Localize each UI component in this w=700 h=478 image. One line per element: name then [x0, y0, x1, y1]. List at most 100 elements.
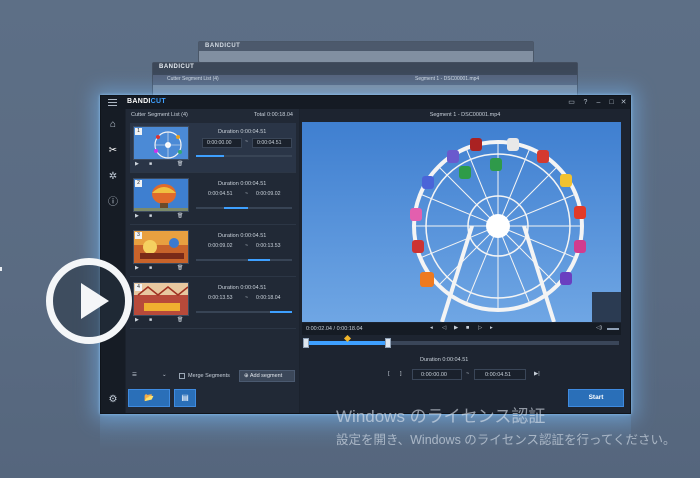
stop-icon[interactable]: ■ — [149, 161, 152, 167]
end-handle[interactable] — [385, 338, 391, 348]
range-separator: ~ — [245, 191, 249, 197]
segment-thumb-controls: ▶ ■ 🗑 — [133, 213, 189, 220]
segment-progress-fill — [248, 259, 270, 261]
segment-end-field[interactable]: 0:00:13.53 — [256, 243, 281, 249]
segment-thumbnail: 2 — [133, 178, 189, 212]
preview-title: Segment 1 - DSC00001.mp4 — [429, 112, 501, 118]
set-start-icon[interactable]: [ — [388, 371, 390, 377]
segment-start-field[interactable]: 0:00:00.00 — [202, 138, 242, 148]
segment-progress-bar — [196, 155, 292, 157]
film-icon[interactable]: ▤ — [174, 389, 196, 407]
segment-thumbnail: 4 — [133, 282, 189, 316]
maximize-icon[interactable]: □ — [607, 98, 616, 107]
stop-icon[interactable]: ■ — [149, 213, 152, 219]
hamburger-menu-icon[interactable] — [108, 99, 117, 106]
segment-time-range: 0:00:04.51 ~ 0:00:09.02 — [202, 190, 294, 200]
segment-start-field[interactable]: 0:00:09.02 — [208, 243, 233, 249]
segment-start-field[interactable]: 0:00:13.53 — [208, 295, 233, 301]
next-frame-icon[interactable]: ▷ — [478, 325, 482, 331]
title-bar: BANDICUT ▭ ? – □ ✕ — [101, 96, 630, 109]
segment-duration: Duration 0:00:04.51 — [218, 181, 267, 187]
merge-segments-checkbox[interactable] — [179, 373, 185, 379]
delete-icon[interactable]: 🗑 — [177, 317, 183, 323]
range-separator: ~ — [245, 243, 249, 249]
background-window-middle: BANDICUT Cutter Segment List (4) Segment… — [152, 62, 578, 98]
stop-icon[interactable]: ■ — [149, 265, 152, 271]
volume-slider[interactable] — [607, 328, 619, 330]
activation-watermark-text: 設定を開き、Windows のライセンス認証を行ってください。 — [336, 433, 676, 447]
segment-item[interactable]: 1 ▶ ■ 🗑 Duration 0:00:04.51 0:00:00.00 ~… — [130, 123, 296, 173]
preview-pane: Segment 1 - DSC00001.mp4 0:00:02.04 / 0:… — [300, 109, 630, 413]
video-preview[interactable] — [302, 122, 621, 322]
background-window-logo: BANDICUT — [159, 64, 195, 70]
segment-thumb-controls: ▶ ■ 🗑 — [133, 317, 189, 324]
play-icon[interactable]: ▶ — [135, 161, 139, 167]
play-icon[interactable]: ▶ — [135, 265, 139, 271]
home-icon[interactable]: ⌂ — [107, 119, 119, 131]
segment-number: 2 — [135, 180, 142, 187]
segment-thumb-controls: ▶ ■ 🗑 — [133, 265, 189, 272]
folder-icon[interactable]: ▭ — [567, 98, 576, 107]
range-separator: ~ — [466, 371, 470, 377]
range-separator: ~ — [245, 295, 249, 301]
info-icon[interactable]: ⓘ — [107, 197, 119, 209]
stop-icon[interactable]: ■ — [149, 317, 152, 323]
preview-end-field[interactable]: 0:00:04.51 — [474, 369, 526, 380]
start-handle[interactable] — [303, 338, 309, 348]
segment-item[interactable]: 3 ▶ ■ 🗑 Duration 0:00:04.51 0:00:09.02 ~… — [130, 227, 296, 277]
timeline-slider[interactable] — [303, 334, 619, 348]
segment-progress-fill — [270, 311, 292, 313]
close-icon[interactable]: ✕ — [619, 98, 628, 107]
delete-icon[interactable]: 🗑 — [177, 213, 183, 219]
segment-end-field[interactable]: 0:00:18.04 — [256, 295, 281, 301]
list-view-icon[interactable]: ☰ — [132, 372, 137, 378]
segment-thumbnail: 3 — [133, 230, 189, 264]
range-separator: ~ — [245, 139, 249, 145]
volume-icon[interactable]: ◁) — [596, 325, 602, 331]
segment-start-field[interactable]: 0:00:04.51 — [208, 191, 233, 197]
segment-list-header: Cutter Segment List (4) Total 0:00:18.04 — [126, 109, 299, 121]
segment-end-field[interactable]: 0:00:04.51 — [252, 138, 292, 148]
segment-end-field[interactable]: 0:00:09.02 — [256, 191, 281, 197]
segment-item[interactable]: 4 ▶ ■ 🗑 Duration 0:00:04.51 0:00:13.53 ~… — [130, 279, 296, 329]
chevron-down-icon[interactable]: ⌄ — [162, 372, 167, 378]
segment-list-panel: Cutter Segment List (4) Total 0:00:18.04… — [126, 109, 299, 413]
stop-icon[interactable]: ■ — [466, 325, 469, 331]
segment-number: 4 — [135, 284, 142, 291]
settings-icon[interactable]: ⚙ — [107, 394, 119, 406]
next-marker-icon[interactable]: ▶| — [534, 371, 540, 377]
help-icon[interactable]: ? — [581, 98, 590, 107]
segment-duration: Duration 0:00:04.51 — [218, 233, 267, 239]
segment-item[interactable]: 2 ▶ ■ 🗑 Duration 0:00:04.51 0:00:04.51 ~… — [130, 175, 296, 225]
mark-out-icon[interactable]: ▸ — [490, 325, 493, 331]
add-segment-button[interactable]: ⊕ Add segment — [239, 370, 295, 382]
delete-icon[interactable]: 🗑 — [177, 265, 183, 271]
play-icon[interactable]: ▶ — [454, 325, 458, 331]
joiner-icon[interactable]: ✲ — [107, 171, 119, 183]
delete-icon[interactable]: 🗑 — [177, 161, 183, 167]
video-play-overlay-icon[interactable] — [46, 258, 132, 344]
play-icon[interactable]: ▶ — [135, 317, 139, 323]
bandicut-window: BANDICUT ▭ ? – □ ✕ ⌂ ✂ ✲ ⓘ ⚙ Cutter Segm… — [100, 95, 631, 414]
preview-duration: Duration 0:00:04.51 — [420, 357, 469, 363]
segment-progress-fill — [196, 155, 224, 157]
set-end-icon[interactable]: ] — [400, 371, 402, 377]
mark-in-icon[interactable]: ◂ — [430, 325, 433, 331]
prev-frame-icon[interactable]: ◁ — [442, 325, 446, 331]
segment-progress-bar — [196, 207, 292, 209]
cutter-icon[interactable]: ✂ — [107, 145, 119, 157]
background-window-logo: BANDICUT — [205, 43, 241, 49]
open-file-button[interactable]: 📂 — [128, 389, 170, 407]
segment-time-range: 0:00:09.02 ~ 0:00:13.53 — [202, 242, 294, 252]
segment-list-title: Cutter Segment List (4) — [131, 112, 188, 118]
segment-time-range: 0:00:00.00 ~ 0:00:04.51 — [202, 138, 294, 148]
minimize-icon[interactable]: – — [594, 98, 603, 107]
background-window-back: BANDICUT — [198, 41, 534, 63]
background-window-list-head: Cutter Segment List (4) — [167, 76, 219, 82]
background-window-titlebar — [199, 42, 533, 51]
preview-start-field[interactable]: 0:00:00.00 — [412, 369, 462, 380]
background-window-preview-head: Segment 1 - DSC00001.mp4 — [415, 76, 480, 82]
play-icon[interactable]: ▶ — [135, 213, 139, 219]
transport-bar: 0:00:02.04 / 0:00:18.04 ◂ ◁ ▶ ■ ▷ ▸ ◁) — [302, 323, 621, 335]
start-button[interactable]: Start — [568, 389, 624, 407]
